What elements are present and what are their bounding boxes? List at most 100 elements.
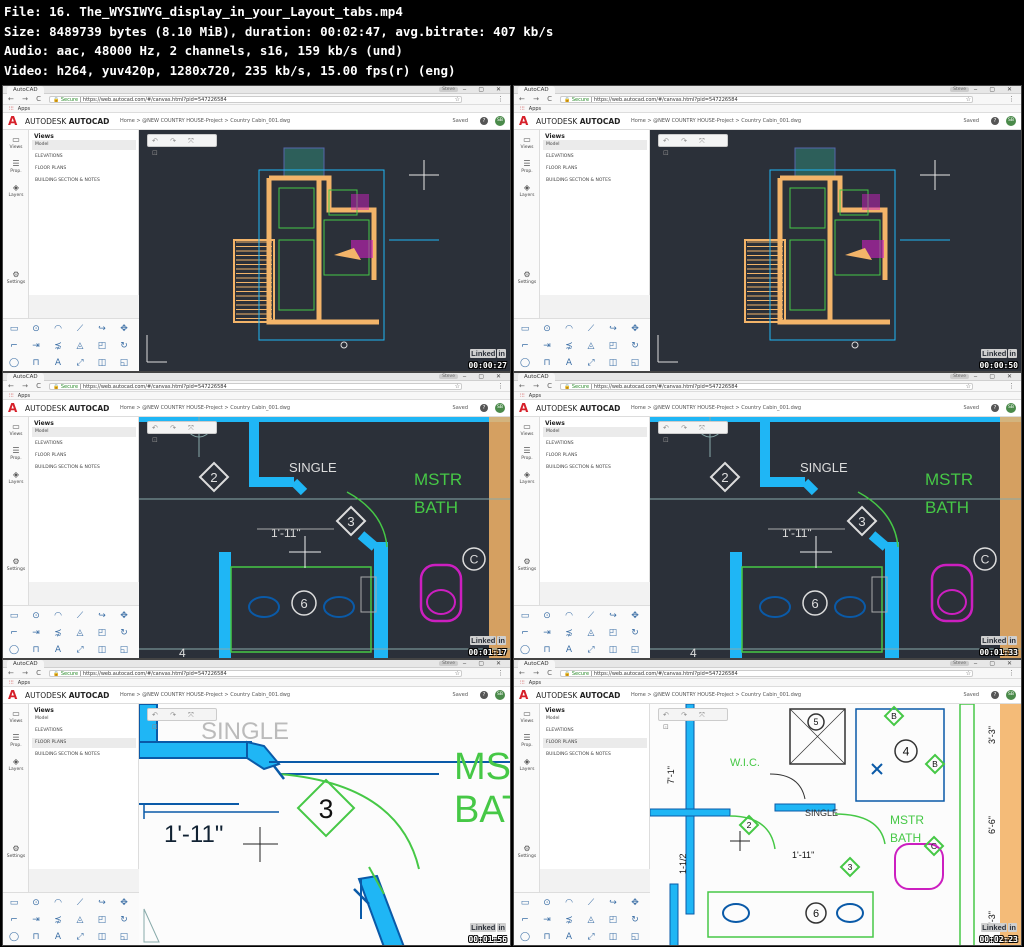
draw-tool-icon[interactable]: ▭ [6, 609, 22, 623]
draw-tool-icon[interactable]: ⤢ [583, 356, 599, 370]
view-item[interactable]: ELEVATIONS [543, 439, 647, 449]
view-item[interactable]: Model [32, 427, 136, 437]
draw-tool-icon[interactable]: ↪ [94, 609, 110, 623]
browser-menu-icon[interactable]: ⋮ [1008, 382, 1015, 390]
window-controls[interactable]: ‒ ▢ ✕ [463, 86, 506, 94]
avatar[interactable]: SB [1006, 116, 1016, 126]
rail-settings-button[interactable]: ⚙ Settings [3, 841, 29, 865]
apps-link[interactable]: Apps [529, 106, 541, 112]
floor-plan-light[interactable]: 5 4 6 B B C 2 3 W.I.C. SINGLE MSTR BATH … [650, 704, 1021, 945]
draw-tool-icon[interactable]: ◠ [561, 896, 577, 910]
draw-tool-icon[interactable]: ⇥ [539, 913, 555, 927]
view-item[interactable]: BUILDING SECTION & NOTES [543, 750, 647, 760]
browser-menu-icon[interactable]: ⋮ [1008, 95, 1015, 103]
view-item[interactable]: FLOOR PLANS [543, 738, 647, 748]
view-item[interactable]: BUILDING SECTION & NOTES [543, 463, 647, 473]
help-icon[interactable]: ? [480, 404, 488, 412]
draw-tool-icon[interactable]: A [50, 643, 66, 657]
draw-tool-icon[interactable]: A [50, 356, 66, 370]
rail-prop-button[interactable]: ☰ Prop. [514, 730, 540, 754]
draw-tool-icon[interactable]: ◰ [94, 339, 110, 353]
undo-redo-toolbar[interactable]: ↶ ↷ ⤧ ⊡ [147, 708, 217, 731]
autodesk-logo-icon[interactable]: A [8, 689, 17, 702]
browser-tab[interactable]: AutoCAD [7, 86, 44, 94]
draw-tool-icon[interactable]: ⋨ [50, 339, 66, 353]
draw-tool-icon[interactable]: ↻ [627, 913, 643, 927]
rail-views-button[interactable]: ▭ Views [514, 132, 540, 156]
view-item[interactable]: BUILDING SECTION & NOTES [543, 176, 647, 186]
draw-tool-icon[interactable]: ◫ [94, 930, 110, 944]
draw-tool-icon[interactable]: ◰ [605, 339, 621, 353]
view-item[interactable]: FLOOR PLANS [543, 164, 647, 174]
draw-tool-icon[interactable]: ⋨ [50, 626, 66, 640]
draw-tool-icon[interactable]: ◰ [94, 913, 110, 927]
rail-layers-button[interactable]: ◈ Layers [3, 754, 29, 778]
rail-prop-button[interactable]: ☰ Prop. [514, 443, 540, 467]
draw-tool-icon[interactable]: ✥ [627, 896, 643, 910]
draw-tool-icon[interactable]: ↪ [605, 322, 621, 336]
apps-link[interactable]: Apps [529, 393, 541, 399]
rail-settings-button[interactable]: ⚙ Settings [3, 267, 29, 291]
floor-plan-drawing[interactable] [650, 130, 1021, 371]
address-bar[interactable]: 🔒 Secure | https://web.autocad.com/#/can… [560, 670, 973, 677]
draw-tool-icon[interactable]: ⊙ [539, 896, 555, 910]
window-controls[interactable]: ‒ ▢ ✕ [974, 86, 1017, 94]
draw-tool-icon[interactable]: ⊙ [539, 322, 555, 336]
rail-settings-button[interactable]: ⚙ Settings [514, 841, 540, 865]
draw-tool-icon[interactable]: ◱ [627, 643, 643, 657]
view-item[interactable]: Model [543, 714, 647, 724]
browser-user-chip[interactable]: Steve [439, 87, 458, 92]
draw-tool-icon[interactable]: ⊓ [539, 643, 555, 657]
floor-plan-zoomed[interactable]: 2 3 6 C SINGLE MSTR BATH 1'-11" 4 [650, 417, 1021, 658]
view-item[interactable]: FLOOR PLANS [543, 451, 647, 461]
draw-tool-icon[interactable]: ◠ [50, 609, 66, 623]
draw-tool-icon[interactable]: ⟋ [583, 896, 599, 910]
help-icon[interactable]: ? [480, 117, 488, 125]
floor-plan-zoomed-light[interactable]: 3 SINGLE MSTR BATH 1'-11" [139, 704, 510, 945]
rail-views-button[interactable]: ▭ Views [3, 706, 29, 730]
draw-tool-icon[interactable]: ⇥ [539, 626, 555, 640]
draw-tool-icon[interactable]: ⤢ [72, 356, 88, 370]
draw-tool-icon[interactable]: ▭ [6, 322, 22, 336]
draw-tool-icon[interactable]: ▭ [517, 322, 533, 336]
apps-grid-icon[interactable]: ⁝⁝⁝ [520, 106, 525, 112]
autodesk-logo-icon[interactable]: A [519, 115, 528, 128]
draw-tool-icon[interactable]: ⌐ [517, 626, 533, 640]
rail-settings-button[interactable]: ⚙ Settings [3, 554, 29, 578]
rail-prop-button[interactable]: ☰ Prop. [3, 443, 29, 467]
draw-tool-icon[interactable]: ◠ [561, 322, 577, 336]
drawing-canvas[interactable]: ↶ ↷ ⤧ ⊡ Linked in [139, 130, 510, 371]
draw-tool-icon[interactable]: ⇥ [28, 339, 44, 353]
browser-user-chip[interactable]: Steve [439, 374, 458, 379]
draw-tool-icon[interactable]: ⋨ [50, 913, 66, 927]
autodesk-logo-icon[interactable]: A [8, 402, 17, 415]
avatar[interactable]: SB [495, 403, 505, 413]
draw-tool-icon[interactable]: ⟋ [72, 322, 88, 336]
browser-menu-icon[interactable]: ⋮ [1008, 669, 1015, 677]
draw-tool-icon[interactable]: ⊙ [28, 896, 44, 910]
breadcrumb[interactable]: Home > @NEW COUNTRY HOUSE-Project > Coun… [120, 405, 290, 412]
draw-tool-icon[interactable]: ◯ [6, 643, 22, 657]
draw-tool-icon[interactable]: ◬ [72, 339, 88, 353]
draw-tool-icon[interactable]: ↻ [116, 626, 132, 640]
draw-tool-icon[interactable]: ▭ [517, 896, 533, 910]
draw-tool-icon[interactable]: ⊓ [539, 930, 555, 944]
draw-tool-icon[interactable]: ⌐ [6, 913, 22, 927]
browser-user-chip[interactable]: Steve [950, 661, 969, 666]
draw-tool-icon[interactable]: ✥ [116, 609, 132, 623]
draw-tool-icon[interactable]: ⊓ [28, 930, 44, 944]
draw-tool-icon[interactable]: ↪ [94, 896, 110, 910]
rail-layers-button[interactable]: ◈ Layers [514, 467, 540, 491]
avatar[interactable]: SB [1006, 403, 1016, 413]
floor-plan-zoomed[interactable]: 2 3 6 C SINGLE MSTR BATH 1'-11" 4 [139, 417, 510, 658]
window-controls[interactable]: ‒ ▢ ✕ [974, 660, 1017, 668]
rail-views-button[interactable]: ▭ Views [514, 419, 540, 443]
draw-tool-icon[interactable]: ⋨ [561, 913, 577, 927]
apps-grid-icon[interactable]: ⁝⁝⁝ [520, 393, 525, 399]
draw-tool-icon[interactable]: ◬ [583, 339, 599, 353]
draw-tool-icon[interactable]: ⌐ [517, 913, 533, 927]
browser-tab[interactable]: AutoCAD [7, 373, 44, 381]
draw-tool-icon[interactable]: ✥ [627, 322, 643, 336]
undo-redo-toolbar[interactable]: ↶ ↷ ⤧ ⊡ [147, 134, 217, 157]
rail-prop-button[interactable]: ☰ Prop. [3, 156, 29, 180]
